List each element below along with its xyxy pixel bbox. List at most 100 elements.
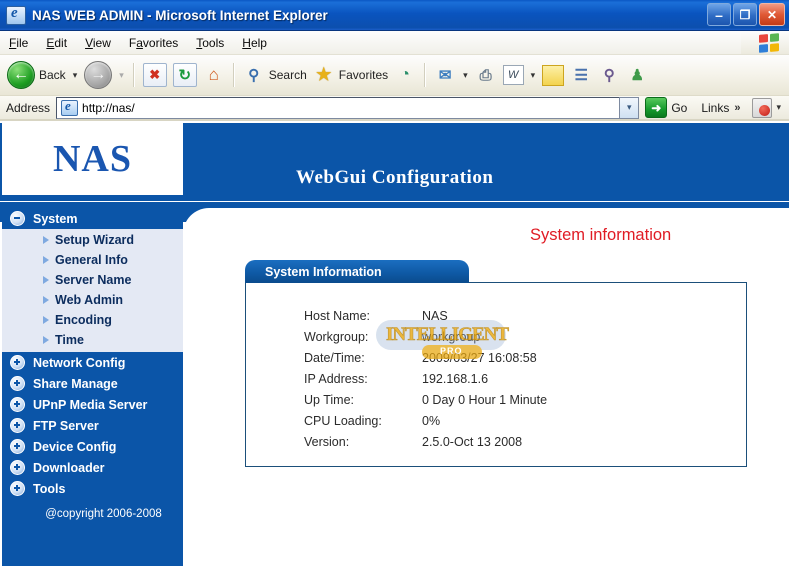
acrobat-dropdown-icon[interactable]: ▾ xyxy=(776,102,781,113)
info-value: 192.168.1.6 xyxy=(422,371,489,386)
sidebar-group-label: Tools xyxy=(33,481,66,496)
mail-dropdown-icon[interactable]: ▾ xyxy=(463,70,468,81)
menu-bar: File Edit View Favorites Tools Help xyxy=(0,31,789,55)
sidebar-item-network-config[interactable]: Network Config xyxy=(2,352,183,373)
sidebar-item-encoding[interactable]: Encoding xyxy=(2,310,183,330)
info-key: Date/Time: xyxy=(304,350,365,365)
plus-icon xyxy=(10,397,25,412)
chevron-right-icon xyxy=(43,276,49,284)
toolbar-separator xyxy=(232,63,235,87)
notes-button[interactable] xyxy=(539,59,567,91)
plus-icon xyxy=(10,460,25,475)
minimize-button[interactable]: – xyxy=(707,3,731,26)
sidebar-nav: System Setup Wizard General Info Server … xyxy=(2,208,183,566)
plus-icon xyxy=(10,481,25,496)
toolbar-separator xyxy=(424,63,427,87)
menu-file[interactable]: File xyxy=(0,34,37,52)
info-value: 2.5.0-Oct 13 2008 xyxy=(422,434,523,449)
notes-icon xyxy=(542,64,565,86)
mail-icon: ✉ xyxy=(438,67,452,84)
panel-tab-label: System Information xyxy=(265,264,382,279)
sidebar-item-downloader[interactable]: Downloader xyxy=(2,457,183,478)
page-title: System information xyxy=(530,226,672,244)
site-banner: NAS WebGui Configuration xyxy=(0,123,789,201)
sidebar-item-server-name[interactable]: Server Name xyxy=(2,270,183,290)
print-button[interactable]: ⎙ xyxy=(472,59,500,91)
sidebar-group-label: FTP Server xyxy=(33,418,99,433)
sidebar-item-general-info[interactable]: General Info xyxy=(2,250,183,270)
panel-body: Host Name: NAS Workgroup: workgroup Date… xyxy=(245,282,747,467)
refresh-icon: ↻ xyxy=(172,63,197,87)
sidebar-sub-label: Web Admin xyxy=(55,293,124,307)
discuss-button[interactable]: ⚲ xyxy=(595,59,623,91)
print-icon: ⎙ xyxy=(479,66,492,84)
menu-favorites[interactable]: Favorites xyxy=(120,34,187,52)
sidebar-item-time[interactable]: Time xyxy=(2,330,183,350)
back-dropdown-icon[interactable]: ▾ xyxy=(73,70,78,81)
home-icon: ⌂ xyxy=(208,65,219,84)
edit-dropdown-icon[interactable]: ▾ xyxy=(531,70,536,81)
info-key: Host Name: xyxy=(304,308,370,323)
info-value: 0 Day 0 Hour 1 Minute xyxy=(422,392,548,407)
maximize-button[interactable]: ❐ xyxy=(733,3,757,26)
info-value: workgroup xyxy=(422,329,481,344)
maximize-icon: ❐ xyxy=(739,7,751,22)
address-value: http://nas/ xyxy=(82,100,135,115)
search-icon: ⚲ xyxy=(248,67,260,84)
forward-dropdown-icon[interactable]: ▾ xyxy=(119,70,124,81)
messenger-button[interactable]: ♟ xyxy=(623,59,651,91)
favorites-button[interactable]: ★ Favorites xyxy=(310,59,391,91)
table-row: CPU Loading: 0% xyxy=(304,410,746,431)
sidebar-group-label: UPnP Media Server xyxy=(33,397,148,412)
sidebar-sub-label: Setup Wizard xyxy=(55,233,135,247)
minimize-icon: – xyxy=(715,7,723,23)
main-content: System information System Information Ho… xyxy=(183,208,789,566)
acrobat-icon[interactable] xyxy=(752,97,773,118)
info-key: Up Time: xyxy=(304,392,355,407)
chevron-right-icon xyxy=(43,256,49,264)
window-title: NAS WEB ADMIN - Microsoft Internet Explo… xyxy=(32,7,328,23)
sidebar-item-web-admin[interactable]: Web Admin xyxy=(2,290,183,310)
sidebar-item-system[interactable]: System xyxy=(2,208,183,229)
sidebar-item-device-config[interactable]: Device Config xyxy=(2,436,183,457)
back-button[interactable]: ← Back xyxy=(4,59,69,91)
research-icon: ☰ xyxy=(574,67,588,84)
menu-help[interactable]: Help xyxy=(233,34,276,52)
menu-view[interactable]: View xyxy=(76,34,120,52)
history-icon: ◔ xyxy=(400,66,410,83)
edit-button[interactable]: W xyxy=(500,59,527,91)
system-information-panel: System Information Host Name: NAS Workgr… xyxy=(245,260,747,467)
research-button[interactable]: ☰ xyxy=(567,59,595,91)
links-button[interactable]: Links xyxy=(701,101,729,115)
plus-icon xyxy=(10,418,25,433)
stop-button[interactable]: ✖ xyxy=(140,59,170,91)
sidebar-item-setup-wizard[interactable]: Setup Wizard xyxy=(2,230,183,250)
menu-edit[interactable]: Edit xyxy=(37,34,76,52)
plus-icon xyxy=(10,355,25,370)
sidebar-item-ftp-server[interactable]: FTP Server xyxy=(2,415,183,436)
home-button[interactable]: ⌂ xyxy=(200,59,228,91)
mail-button[interactable]: ✉ xyxy=(431,59,459,91)
chevron-right-icon xyxy=(43,336,49,344)
table-row: IP Address: 192.168.1.6 xyxy=(304,368,746,389)
search-button[interactable]: ⚲ Search xyxy=(240,59,310,91)
go-button[interactable]: ➜ Go xyxy=(645,97,687,118)
sidebar-group-label: Downloader xyxy=(33,460,105,475)
close-button[interactable]: ✕ xyxy=(759,3,785,26)
forward-button[interactable]: → xyxy=(81,59,115,91)
menu-tools[interactable]: Tools xyxy=(187,34,233,52)
address-input[interactable]: http://nas/ xyxy=(56,96,621,119)
address-dropdown-button[interactable]: ▾ xyxy=(619,96,640,119)
table-row: Up Time: 0 Day 0 Hour 1 Minute xyxy=(304,389,746,410)
links-chevron-icon[interactable]: » xyxy=(734,102,740,114)
sidebar-item-share-manage[interactable]: Share Manage xyxy=(2,373,183,394)
minus-icon xyxy=(10,211,25,226)
sidebar-submenu-system: Setup Wizard General Info Server Name We… xyxy=(2,229,183,352)
nas-logo: NAS xyxy=(2,123,183,195)
sidebar-item-upnp-media-server[interactable]: UPnP Media Server xyxy=(2,394,183,415)
refresh-button[interactable]: ↻ xyxy=(170,59,200,91)
sidebar-item-tools[interactable]: Tools xyxy=(2,478,183,499)
history-button[interactable]: ◔ xyxy=(391,59,419,91)
plus-icon xyxy=(10,439,25,454)
close-icon: ✕ xyxy=(766,7,778,22)
